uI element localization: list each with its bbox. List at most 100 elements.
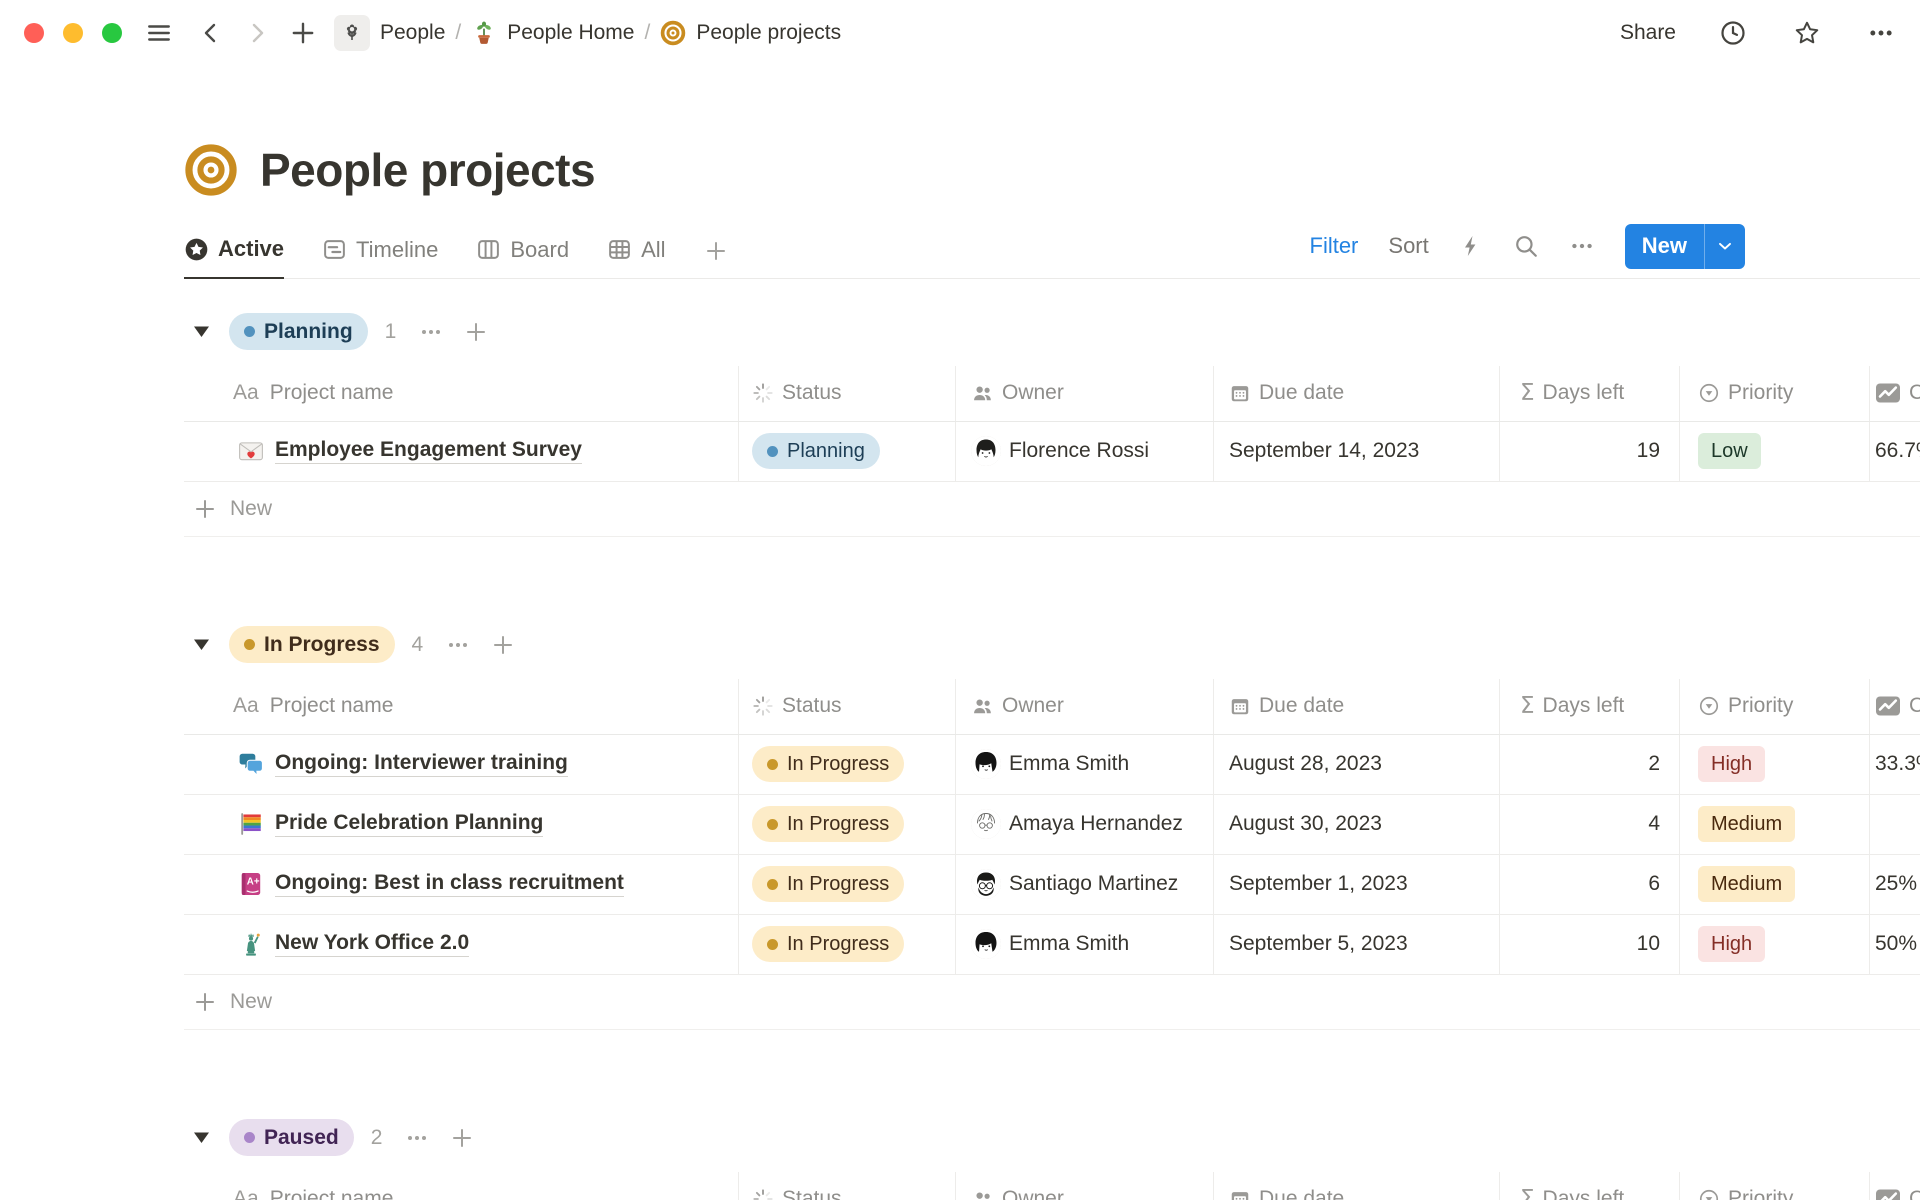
collapse-triangle-icon[interactable] [193,325,210,338]
completion-cell[interactable]: 66.7% [1870,422,1920,481]
completion-cell[interactable]: 33.3% [1870,735,1920,794]
updates-button[interactable] [1716,16,1750,50]
project-name-link[interactable]: Pride Celebration Planning [275,811,543,837]
new-dropdown-button[interactable] [1705,236,1745,256]
status-cell[interactable]: Planning [739,422,956,481]
days-left-cell[interactable]: 19 [1500,422,1680,481]
column-header-owner[interactable]: Owner [956,1172,1214,1200]
column-header-days-left[interactable]: ΣDays left [1500,1172,1680,1200]
group-options-button[interactable] [446,633,470,657]
tab-active[interactable]: Active [184,236,284,279]
owner-cell[interactable]: Emma Smith [956,915,1214,974]
group-add-button[interactable] [464,320,488,344]
due-date-cell[interactable]: September 14, 2023 [1214,422,1500,481]
due-date-cell[interactable]: September 1, 2023 [1214,855,1500,914]
tab-all[interactable]: All [607,237,665,278]
tab-board[interactable]: Board [476,237,569,278]
table-row[interactable]: Ongoing: Interviewer training In Progres… [184,735,1920,795]
project-name-cell[interactable]: A+ Ongoing: Best in class recruitment [184,855,739,914]
completion-cell[interactable]: 50% [1870,915,1920,974]
priority-cell[interactable]: High [1680,735,1870,794]
column-header-owner[interactable]: Owner [956,679,1214,734]
column-header-priority[interactable]: Priority [1680,679,1870,734]
filter-button[interactable]: Filter [1310,233,1359,259]
group-add-button[interactable] [491,633,515,657]
owner-cell[interactable]: Santiago Martinez [956,855,1214,914]
target-icon[interactable] [184,143,238,197]
completion-cell[interactable] [1870,795,1920,854]
back-button[interactable] [194,16,228,50]
project-name-cell[interactable]: Employee Engagement Survey [184,422,739,481]
due-date-cell[interactable]: August 28, 2023 [1214,735,1500,794]
group-options-button[interactable] [405,1126,429,1150]
search-button[interactable] [1513,233,1539,259]
completion-cell[interactable]: 25% [1870,855,1920,914]
collapse-triangle-icon[interactable] [193,638,210,651]
column-header-completion[interactable]: C [1870,679,1920,734]
days-left-cell[interactable]: 2 [1500,735,1680,794]
new-page-button[interactable] [286,16,320,50]
favorite-button[interactable] [1790,16,1824,50]
minimize-window-button[interactable] [63,23,83,43]
days-left-cell[interactable]: 10 [1500,915,1680,974]
priority-cell[interactable]: High [1680,915,1870,974]
automations-button[interactable] [1459,234,1483,258]
days-left-cell[interactable]: 6 [1500,855,1680,914]
column-header-priority[interactable]: Priority [1680,366,1870,421]
due-date-cell[interactable]: September 5, 2023 [1214,915,1500,974]
group-status-pill[interactable]: Paused [229,1119,354,1156]
column-header-due-date[interactable]: Due date [1214,1172,1500,1200]
priority-cell[interactable]: Medium [1680,855,1870,914]
breadcrumb-item-people-home[interactable]: People Home [471,20,634,46]
column-header-owner[interactable]: Owner [956,366,1214,421]
table-row[interactable]: New York Office 2.0 In Progress Emma Smi… [184,915,1920,975]
priority-cell[interactable]: Medium [1680,795,1870,854]
page-title[interactable]: People projects [260,143,595,197]
project-name-cell[interactable]: New York Office 2.0 [184,915,739,974]
column-header-status[interactable]: Status [739,1172,956,1200]
owner-cell[interactable]: Amaya Hernandez [956,795,1214,854]
add-view-button[interactable] [704,239,728,278]
owner-cell[interactable]: Florence Rossi [956,422,1214,481]
column-header-priority[interactable]: Priority [1680,1172,1870,1200]
column-header-status[interactable]: Status [739,366,956,421]
status-cell[interactable]: In Progress [739,735,956,794]
column-header-due-date[interactable]: Due date [1214,679,1500,734]
group-add-button[interactable] [450,1126,474,1150]
status-cell[interactable]: In Progress [739,855,956,914]
tab-timeline[interactable]: Timeline [322,237,438,278]
column-header-project-name[interactable]: AaProject name [184,1172,739,1200]
breadcrumb-item-people-projects[interactable]: People projects [660,20,841,46]
view-options-button[interactable] [1569,233,1595,259]
project-name-cell[interactable]: Pride Celebration Planning [184,795,739,854]
group-status-pill[interactable]: In Progress [229,626,395,663]
add-row-button[interactable]: New [184,482,1920,537]
share-button[interactable]: Share [1620,21,1676,45]
column-header-completion[interactable]: C [1870,1172,1920,1200]
project-name-link[interactable]: Ongoing: Interviewer training [275,751,568,777]
collapse-triangle-icon[interactable] [193,1131,210,1144]
project-name-link[interactable]: Ongoing: Best in class recruitment [275,871,624,897]
column-header-due-date[interactable]: Due date [1214,366,1500,421]
status-cell[interactable]: In Progress [739,915,956,974]
priority-cell[interactable]: Low [1680,422,1870,481]
status-cell[interactable]: In Progress [739,795,956,854]
new-button[interactable]: New [1625,224,1745,269]
table-row[interactable]: Employee Engagement Survey Planning Flor… [184,422,1920,482]
table-row[interactable]: A+ Ongoing: Best in class recruitment In… [184,855,1920,915]
column-header-days-left[interactable]: ΣDays left [1500,366,1680,421]
project-name-cell[interactable]: Ongoing: Interviewer training [184,735,739,794]
forward-button[interactable] [240,16,274,50]
due-date-cell[interactable]: August 30, 2023 [1214,795,1500,854]
sort-button[interactable]: Sort [1388,233,1428,259]
table-row[interactable]: Pride Celebration Planning In Progress A… [184,795,1920,855]
sidebar-menu-button[interactable] [142,16,176,50]
more-options-button[interactable] [1864,16,1898,50]
zoom-window-button[interactable] [102,23,122,43]
project-name-link[interactable]: New York Office 2.0 [275,931,469,957]
breadcrumb-item-people[interactable]: People [334,15,445,51]
column-header-project-name[interactable]: AaProject name [184,366,739,421]
close-window-button[interactable] [24,23,44,43]
group-status-pill[interactable]: Planning [229,313,368,350]
add-row-button[interactable]: New [184,975,1920,1030]
